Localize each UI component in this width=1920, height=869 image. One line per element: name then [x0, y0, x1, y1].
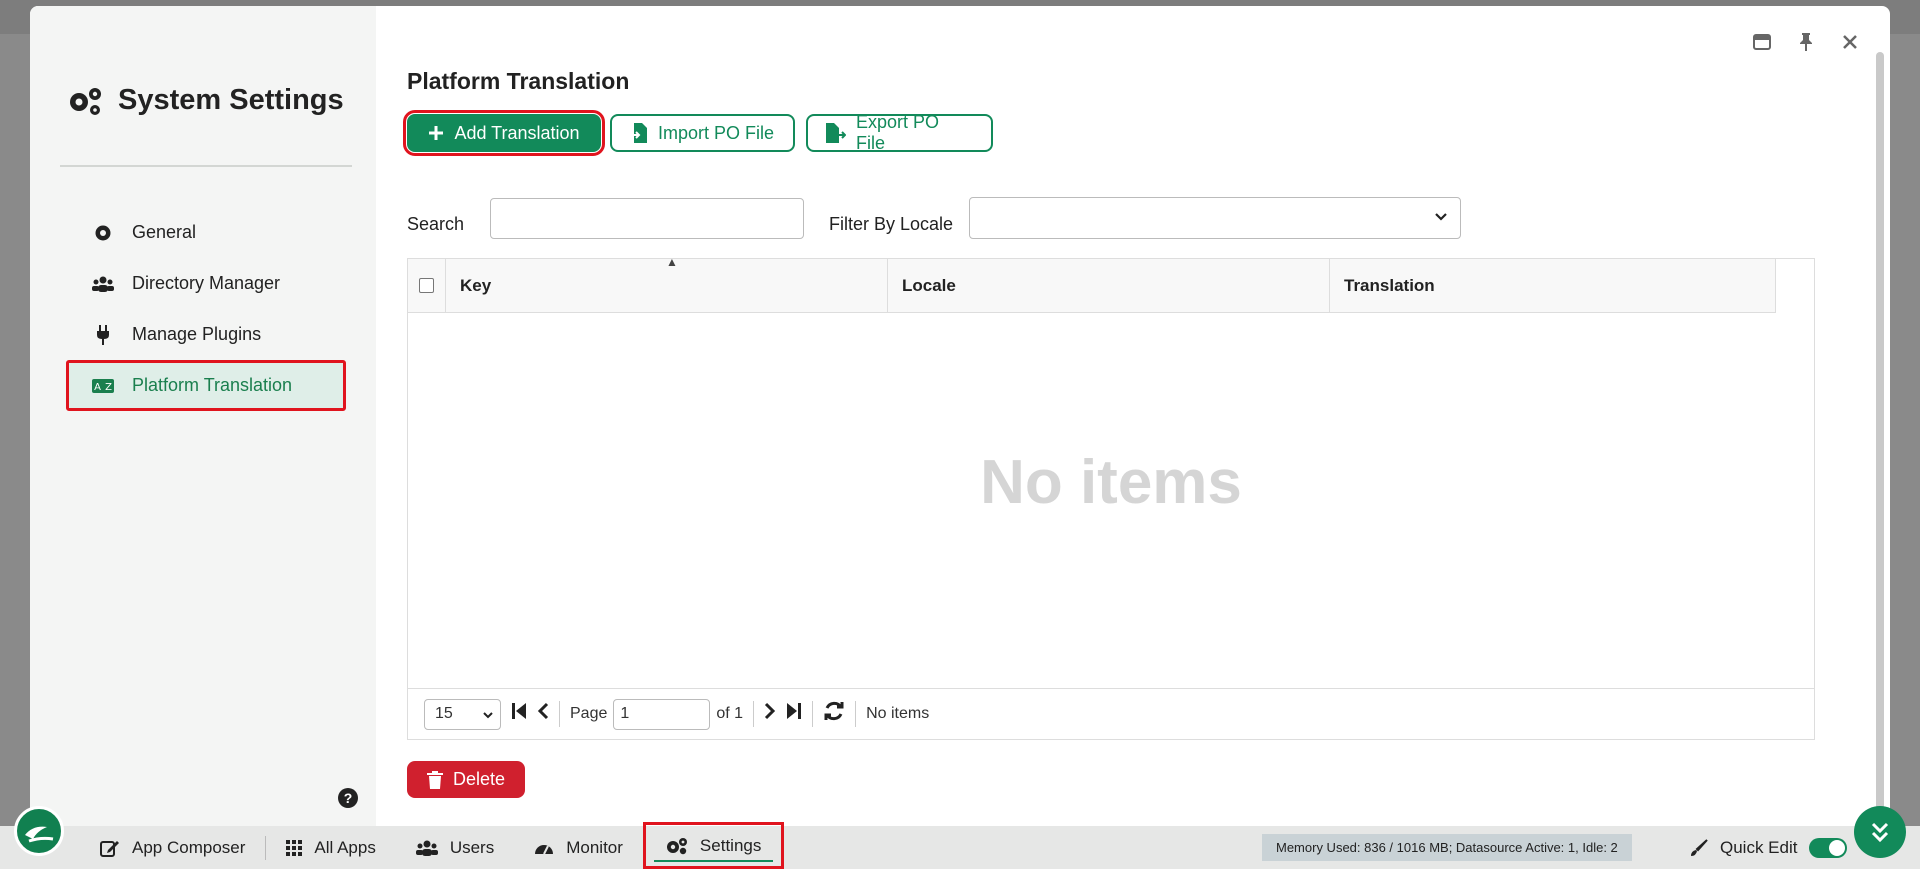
translation-panel: Platform Translation Add Translation Imp… — [403, 6, 1890, 826]
translate-icon: AZ — [92, 378, 114, 393]
brush-icon — [1691, 838, 1708, 856]
page-size-select[interactable]: 15 — [424, 698, 501, 730]
svg-text:A: A — [94, 382, 101, 393]
file-export-icon — [826, 123, 846, 143]
plug-icon — [92, 324, 114, 345]
page-total: of 1 — [716, 705, 744, 722]
filter-locale-select[interactable] — [969, 197, 1461, 239]
add-translation-label: Add Translation — [454, 122, 580, 143]
sidebar-item-label: General — [132, 222, 197, 242]
select-all-checkbox[interactable] — [419, 278, 434, 293]
taskbar-settings[interactable]: Settings — [642, 822, 785, 869]
column-key[interactable]: ▲ Key — [446, 255, 888, 312]
page-size-value: 15 — [435, 705, 453, 722]
column-locale-label: Locale — [902, 275, 956, 295]
first-page-icon[interactable] — [511, 702, 527, 726]
pager-divider — [812, 701, 814, 727]
taskbar-app-composer[interactable]: App Composer — [80, 826, 265, 869]
taskbar-users[interactable]: Users — [396, 826, 514, 869]
previous-page-icon[interactable] — [537, 702, 549, 726]
column-translation[interactable]: Translation — [1330, 259, 1776, 312]
taskbar-item-label: Users — [449, 837, 495, 857]
gears-icon — [666, 837, 687, 854]
app-logo[interactable] — [14, 806, 64, 856]
settings-sidebar: System Settings General Directory Manage… — [30, 6, 376, 826]
search-label: Search — [407, 214, 465, 234]
filter-locale-label: Filter By Locale — [829, 214, 954, 234]
select-all-checkbox-cell — [408, 259, 446, 312]
edit-icon — [100, 840, 119, 857]
page-title: Platform Translation — [407, 68, 630, 94]
export-po-label: Export PO File — [856, 112, 940, 153]
chevron-down-icon — [1435, 213, 1447, 221]
add-translation-button[interactable]: Add Translation — [403, 110, 605, 156]
users-icon — [92, 276, 114, 292]
sidebar-item-label: Manage Plugins — [132, 324, 262, 344]
pager-divider — [753, 701, 755, 727]
memory-status: Memory Used: 836 / 1016 MB; Datasource A… — [1262, 834, 1632, 861]
trash-icon — [426, 770, 443, 789]
page-number-input[interactable]: 1 — [613, 698, 711, 730]
settings-menu: General Directory Manager Manage Plugins… — [66, 207, 346, 411]
import-po-label: Import PO File — [658, 122, 775, 143]
pager-divider — [855, 701, 857, 727]
sidebar-title-text: System Settings — [118, 84, 344, 116]
gear-icon — [92, 224, 114, 242]
sort-asc-icon: ▲ — [666, 255, 678, 269]
sidebar-divider — [60, 165, 352, 167]
search-input[interactable] — [490, 198, 804, 239]
sidebar-item-label: Directory Manager — [132, 273, 281, 293]
svg-text:Z: Z — [105, 382, 112, 393]
column-locale[interactable]: Locale — [888, 259, 1330, 312]
users-icon — [415, 840, 438, 856]
sidebar-item-general[interactable]: General — [66, 207, 346, 258]
collapse-chevron-icon[interactable] — [1854, 806, 1906, 858]
sidebar-title: System Settings — [66, 84, 344, 117]
grid-header: ▲ Key Locale Translation — [408, 255, 1776, 313]
help-icon[interactable]: ? — [338, 788, 358, 808]
sidebar-item-platform-translation[interactable]: AZ Platform Translation — [66, 360, 346, 411]
taskbar-all-apps[interactable]: All Apps — [266, 826, 395, 869]
sidebar-item-manage-plugins[interactable]: Manage Plugins — [66, 309, 346, 360]
taskbar-items: App Composer All Apps Users Monitor Sett… — [80, 822, 785, 869]
sidebar-item-label: Platform Translation — [132, 375, 293, 395]
modal-scrollbar[interactable] — [1876, 52, 1884, 822]
delete-button[interactable]: Delete — [407, 761, 525, 798]
page-label: Page — [570, 705, 608, 722]
translation-grid: ▲ Key Locale Translation No items 15 Pag… — [407, 255, 1815, 740]
column-translation-label: Translation — [1344, 275, 1435, 295]
file-import-icon — [630, 123, 647, 143]
refresh-icon[interactable] — [823, 700, 845, 728]
quick-edit-toggle[interactable] — [1809, 837, 1848, 858]
sidebar-item-directory-manager[interactable]: Directory Manager — [66, 258, 346, 309]
gauge-icon — [535, 844, 554, 854]
taskbar-item-label: Settings — [699, 835, 762, 855]
taskbar-item-label: App Composer — [132, 837, 246, 857]
chevron-down-icon — [483, 711, 493, 718]
gears-icon — [70, 87, 101, 115]
next-page-icon[interactable] — [764, 702, 776, 726]
pager-divider — [559, 701, 560, 727]
quick-edit[interactable]: Quick Edit — [1690, 826, 1848, 869]
settings-modal: System Settings General Directory Manage… — [30, 6, 1890, 826]
taskbar-monitor[interactable]: Monitor — [514, 826, 643, 869]
last-page-icon[interactable] — [786, 702, 802, 726]
grid-pager: 15 Page 1 of 1 No items — [408, 688, 1814, 739]
import-po-button[interactable]: Import PO File — [610, 114, 795, 152]
column-key-label: Key — [460, 275, 492, 295]
grid-icon — [286, 839, 303, 856]
taskbar-item-label: All Apps — [314, 837, 376, 857]
taskbar: App Composer All Apps Users Monitor Sett… — [0, 822, 1920, 869]
delete-label: Delete — [452, 769, 506, 789]
empty-grid-message: No items — [980, 448, 1242, 517]
taskbar-item-label: Monitor — [566, 837, 623, 857]
quick-edit-label: Quick Edit — [1720, 837, 1798, 857]
plus-icon — [429, 126, 444, 140]
pager-status: No items — [866, 705, 930, 722]
export-po-button[interactable]: Export PO File — [806, 112, 993, 153]
